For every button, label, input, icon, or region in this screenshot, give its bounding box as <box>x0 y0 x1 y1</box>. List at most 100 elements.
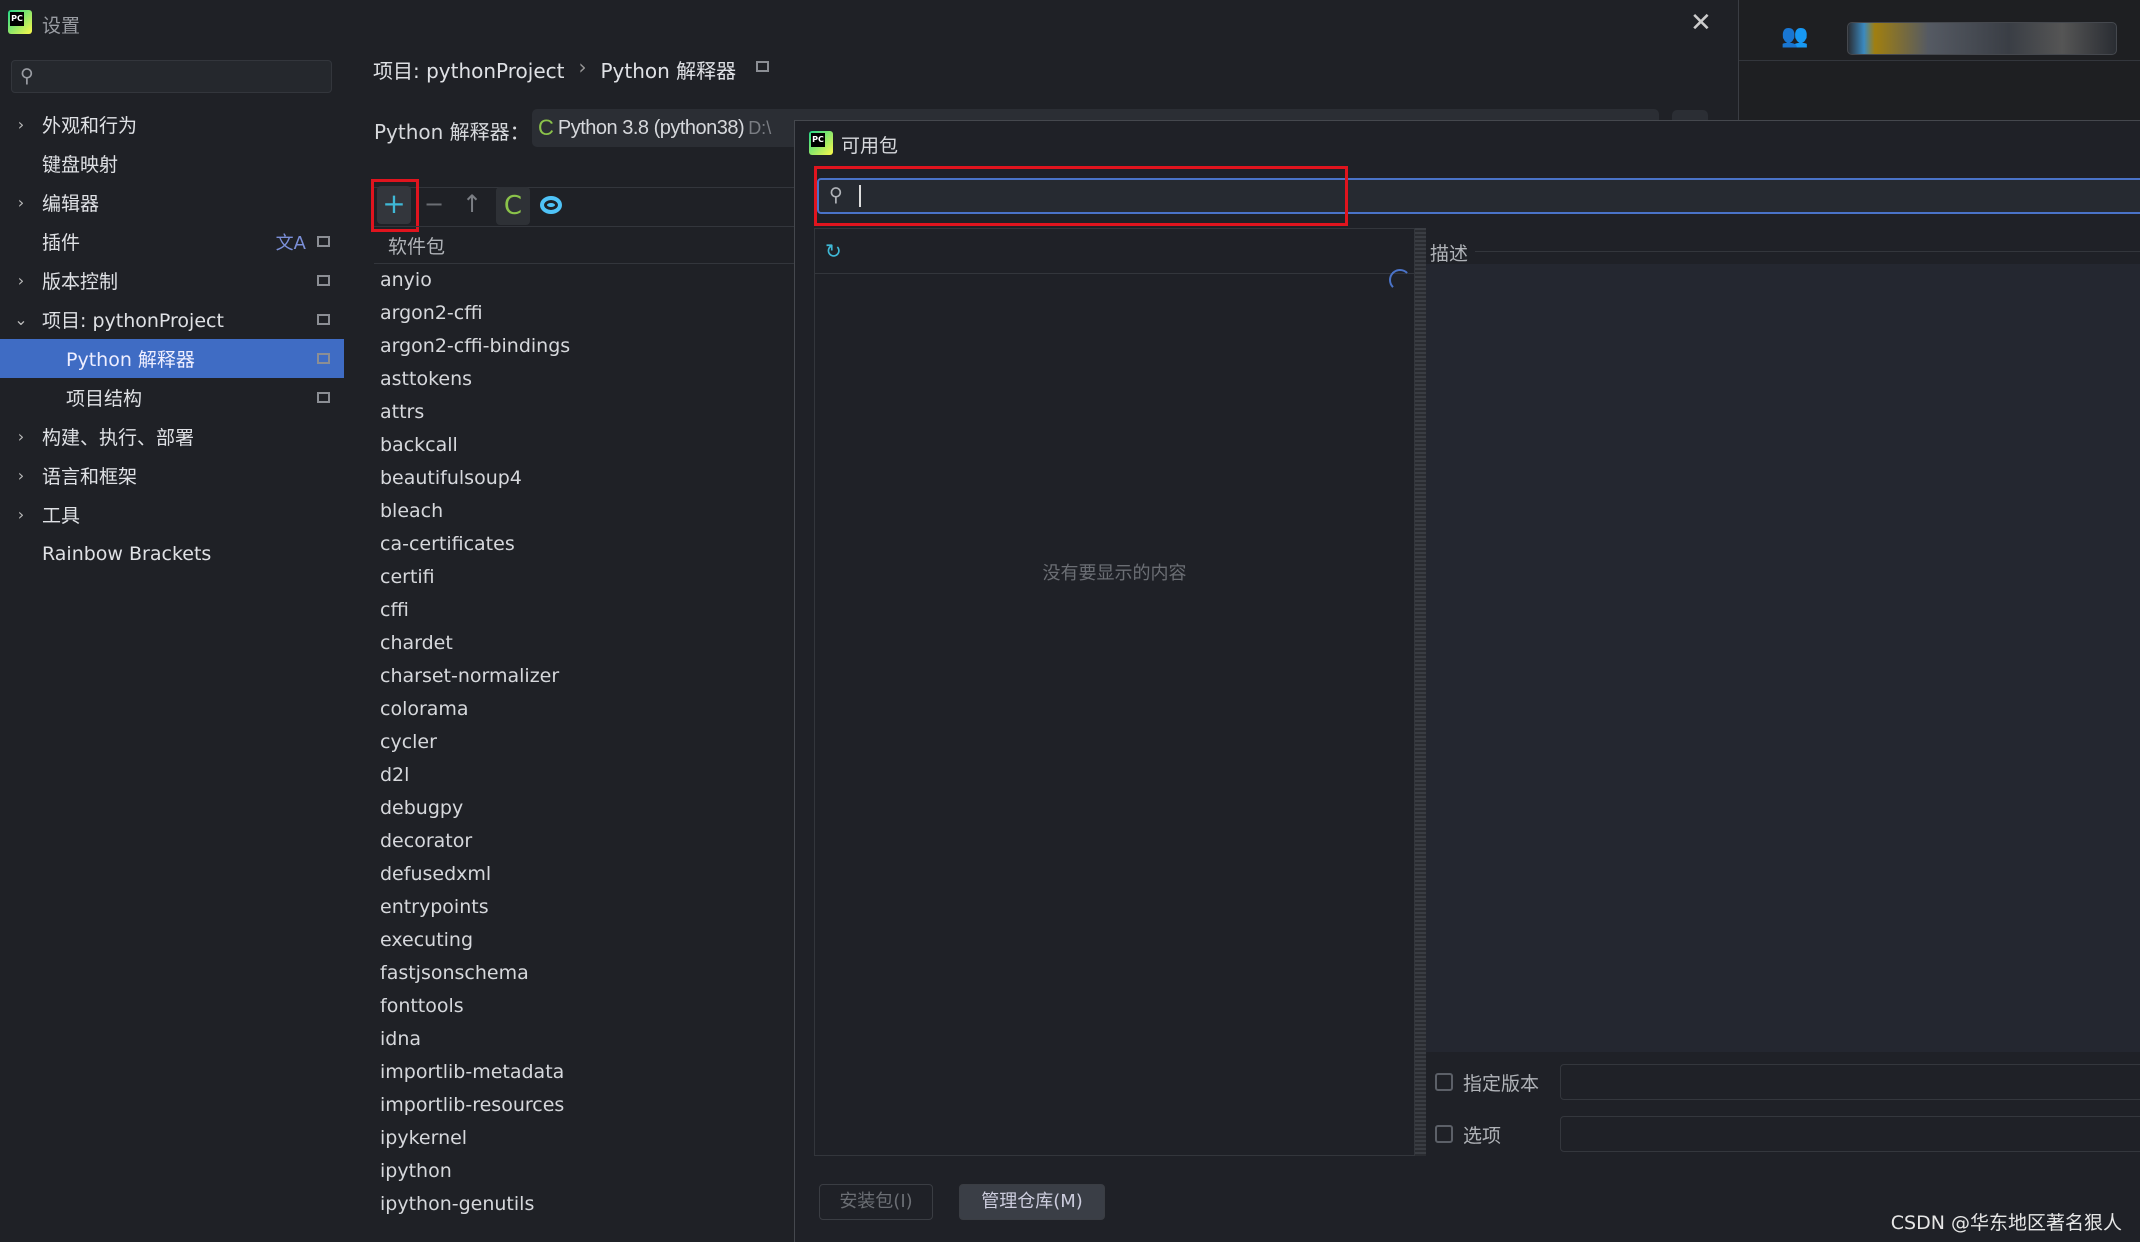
sidebar-item[interactable]: Python 解释器 <box>0 339 344 378</box>
breadcrumb-current: Python 解释器 <box>600 59 737 83</box>
sidebar-item[interactable]: › 编辑器 <box>0 183 344 222</box>
options-checkbox[interactable] <box>1435 1125 1453 1143</box>
install-package-button[interactable]: 安装包(I) <box>819 1184 933 1220</box>
sidebar-item-label: Rainbow Brackets <box>42 542 212 565</box>
package-row[interactable]: argon2-cffi <box>380 297 483 330</box>
package-row[interactable]: idna <box>380 1023 421 1056</box>
pin-icon <box>317 236 330 247</box>
chevron-right-icon[interactable]: › <box>0 466 42 485</box>
sidebar-item-label: 编辑器 <box>42 193 100 215</box>
package-row[interactable]: certifi <box>380 561 435 594</box>
sidebar-item[interactable]: 项目结构 <box>0 378 344 417</box>
package-row[interactable]: debugpy <box>380 792 463 825</box>
pin-icon <box>756 61 770 72</box>
package-row[interactable]: fonttools <box>380 990 464 1023</box>
package-row[interactable]: defusedxml <box>380 858 491 891</box>
package-row[interactable]: chardet <box>380 627 453 660</box>
sidebar-item[interactable]: › 构建、执行、部署 <box>0 417 344 456</box>
window-title: 设置 <box>42 15 81 37</box>
sidebar-item[interactable]: 键盘映射 <box>0 144 344 183</box>
watermark: CSDN @华东地区著名狠人 <box>1890 1212 2122 1234</box>
package-row[interactable]: charset-normalizer <box>380 660 559 693</box>
package-row[interactable]: importlib-metadata <box>380 1056 564 1089</box>
settings-search-input[interactable]: ⚲ <box>11 60 332 93</box>
sidebar-item-label: 外观和行为 <box>42 115 138 137</box>
specify-version-label: 指定版本 <box>1463 1073 1540 1095</box>
breadcrumb-parent[interactable]: 项目: pythonProject <box>373 55 564 84</box>
sidebar-item-label: 项目: pythonProject <box>42 310 224 332</box>
packages-column-header[interactable]: 软件包 <box>388 232 445 259</box>
empty-list-text: 没有要显示的内容 <box>1042 563 1187 584</box>
description-label: 描述 <box>1430 243 1469 265</box>
show-early-releases-eye-icon[interactable] <box>540 196 562 214</box>
sidebar-item[interactable]: ⌄ 项目: pythonProject <box>0 300 344 339</box>
remove-package-button[interactable]: − <box>424 190 444 218</box>
chevron-right-icon[interactable]: › <box>0 115 42 134</box>
sidebar-item-label: 语言和框架 <box>42 466 138 488</box>
package-row[interactable]: d2l <box>380 759 409 792</box>
pin-icon <box>317 275 330 286</box>
chevron-right-icon[interactable]: › <box>0 271 42 290</box>
upgrade-package-button[interactable]: ↑ <box>462 190 482 218</box>
pycharm-logo-icon: PC <box>809 131 833 155</box>
package-row[interactable]: beautifulsoup4 <box>380 462 522 495</box>
version-select[interactable] <box>1560 1064 2140 1100</box>
sidebar: PC 设置 ⚲ › 外观和行为 键盘映射 › 编辑器 插件 文A › 版本控制 ⌄ 项目: pyth… <box>0 0 344 1242</box>
reload-list-icon[interactable]: ↻ <box>825 239 842 263</box>
translate-icon: 文A <box>275 232 306 254</box>
package-row[interactable]: attrs <box>380 396 424 429</box>
package-row[interactable]: argon2-cffi-bindings <box>380 330 570 363</box>
search-icon: ⚲ <box>20 65 34 87</box>
package-row[interactable]: fastjsonschema <box>380 957 529 990</box>
blurred-run-config[interactable] <box>1847 22 2117 55</box>
splitter-handle[interactable] <box>1415 228 1426 1156</box>
package-row[interactable]: ipykernel <box>380 1122 467 1155</box>
sidebar-item[interactable]: Rainbow Brackets <box>0 534 344 573</box>
chevron-right-icon[interactable]: › <box>0 193 42 212</box>
divider <box>374 263 794 264</box>
divider <box>374 226 794 227</box>
pin-icon <box>317 392 330 403</box>
interpreter-path: D:\ <box>748 117 772 138</box>
specify-version-checkbox[interactable] <box>1435 1073 1453 1091</box>
chevron-right-icon[interactable]: › <box>0 427 42 446</box>
available-packages-dialog: PC 可用包 ⚲ ↻ 没有要显示的内容 描述 指定版本 选项 安装包(I) 管理… <box>794 120 2140 1242</box>
package-row[interactable]: colorama <box>380 693 469 726</box>
package-row[interactable]: executing <box>380 924 473 957</box>
package-row[interactable]: anyio <box>380 264 432 297</box>
available-packages-list[interactable]: ↻ 没有要显示的内容 <box>814 228 1415 1156</box>
breadcrumb: 项目: pythonProject › Python 解释器 <box>373 55 775 84</box>
close-icon[interactable]: ✕ <box>1690 8 1712 38</box>
loading-spinner-icon <box>1389 269 1411 291</box>
package-row[interactable]: cycler <box>380 726 437 759</box>
chevron-right-icon[interactable]: › <box>0 505 42 524</box>
sidebar-item[interactable]: › 语言和框架 <box>0 456 344 495</box>
description-panel <box>1426 264 2140 1052</box>
package-row[interactable]: ipython <box>380 1155 452 1188</box>
conda-toggle-button[interactable]: C <box>496 187 530 225</box>
divider <box>374 187 794 188</box>
package-row[interactable]: bleach <box>380 495 443 528</box>
users-icon[interactable]: 👥 <box>1781 24 1808 49</box>
sidebar-item[interactable]: › 版本控制 <box>0 261 344 300</box>
add-package-button[interactable]: + <box>377 186 411 224</box>
package-row[interactable]: ca-certificates <box>380 528 515 561</box>
sidebar-item[interactable]: 插件 文A <box>0 222 344 261</box>
package-row[interactable]: cffi <box>380 594 409 627</box>
package-row[interactable]: backcall <box>380 429 458 462</box>
package-row[interactable]: asttokens <box>380 363 472 396</box>
manage-repositories-button[interactable]: 管理仓库(M) <box>959 1184 1105 1220</box>
sidebar-item-label: 项目结构 <box>66 388 143 410</box>
sidebar-item[interactable]: › 外观和行为 <box>0 105 344 144</box>
options-input[interactable] <box>1560 1116 2140 1152</box>
dialog-title: 可用包 <box>841 135 899 157</box>
package-row[interactable]: entrypoints <box>380 891 489 924</box>
package-row[interactable]: ipython-genutils <box>380 1188 534 1221</box>
chevron-down-icon[interactable]: ⌄ <box>0 310 42 329</box>
sidebar-item-label: Python 解释器 <box>66 349 195 371</box>
highlight-box <box>814 166 1348 226</box>
divider <box>815 273 1414 274</box>
package-row[interactable]: decorator <box>380 825 472 858</box>
package-row[interactable]: importlib-resources <box>380 1089 564 1122</box>
sidebar-item[interactable]: › 工具 <box>0 495 344 534</box>
